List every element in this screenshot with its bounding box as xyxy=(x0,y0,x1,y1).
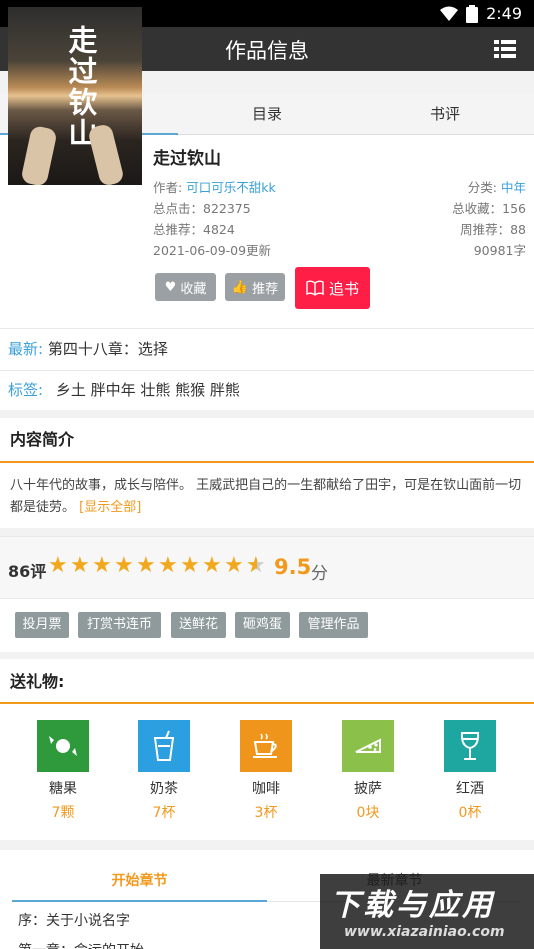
gift-name: 咖啡 xyxy=(252,781,280,797)
gift-candy[interactable]: 糖果 7颗 xyxy=(33,720,93,822)
star-icon: ★ xyxy=(70,553,90,578)
update-time: 2021-06-09-09更新 xyxy=(153,243,272,258)
star-icon: ★ xyxy=(224,553,244,578)
total-recommends: 总推荐：4824 xyxy=(153,222,235,237)
status-time: 2:49 xyxy=(486,4,522,23)
star-icon: ★ xyxy=(48,553,68,578)
tip-coins-button[interactable]: 打赏书连币 xyxy=(78,612,161,638)
star-icon: ★ xyxy=(158,553,178,578)
candy-icon xyxy=(37,720,89,772)
gift-qty: 3杯 xyxy=(254,805,278,821)
watermark: 下载与应用 www.xiazainiao.com xyxy=(320,874,534,949)
book-open-icon xyxy=(306,280,324,296)
tab-reviews[interactable]: 书评 xyxy=(356,93,534,134)
latest-label: 最新: xyxy=(8,340,44,358)
gift-list: 糖果 7颗 奶茶 7杯 咖啡 3杯 披萨 0块 红酒 0杯 xyxy=(0,704,534,840)
star-icon: ★ xyxy=(202,553,222,578)
author-label: 作者: xyxy=(153,180,183,195)
follow-book-button[interactable]: 追书 xyxy=(295,267,370,309)
thumbs-up-icon: 👍 xyxy=(231,279,249,295)
latest-chapter-row[interactable]: 最新: 第四十八章：选择 xyxy=(0,328,534,370)
total-favorites: 总收藏：156 xyxy=(452,201,526,216)
rating-bar: 86评 ★ ★ ★ ★ ★ ★ ★ ★ ★ ★ 9.5 分 xyxy=(0,536,534,598)
recommend-button[interactable]: 👍 推荐 xyxy=(225,273,285,301)
gifts-heading-bar: 送礼物: xyxy=(0,659,534,704)
word-count: 90981字 xyxy=(473,243,526,258)
heart-icon: ♥ xyxy=(164,279,177,295)
throw-eggs-button[interactable]: 砸鸡蛋 xyxy=(235,612,290,638)
tags-row: 标签: 乡土 胖中年 壮熊 熊猴 胖熊 xyxy=(0,370,534,410)
category-label: 分类: xyxy=(467,180,497,195)
chapter-item[interactable]: 序：关于小说名字 xyxy=(18,910,130,930)
weekly-recommends: 周推荐：88 xyxy=(460,222,526,237)
category-row: 分类: 中年 xyxy=(468,177,526,196)
show-all-link[interactable]: [显示全部] xyxy=(79,500,141,515)
star-icon: ★ xyxy=(114,553,134,578)
collect-label: 收藏 xyxy=(180,281,207,297)
book-title: 走过钦山 xyxy=(153,149,221,169)
gift-qty: 7杯 xyxy=(152,805,176,821)
review-count: 86评 xyxy=(8,562,47,581)
tags-label: 标签: xyxy=(8,381,44,399)
cover-decoration xyxy=(20,124,58,185)
gift-qty: 0块 xyxy=(356,805,380,821)
latest-chapter: 第四十八章：选择 xyxy=(47,340,168,358)
monthly-vote-button[interactable]: 投月票 xyxy=(15,612,69,638)
wine-icon xyxy=(444,720,496,772)
intro-heading-bar: 内容简介 xyxy=(0,418,534,463)
status-icons: 2:49 xyxy=(440,4,522,23)
rating-unit: 分 xyxy=(311,564,328,584)
gifts-heading: 送礼物: xyxy=(10,672,65,691)
gift-name: 红酒 xyxy=(456,781,484,797)
list-menu-icon[interactable] xyxy=(494,38,516,60)
rating-score: 9.5 xyxy=(274,555,312,579)
collect-button[interactable]: ♥ 收藏 xyxy=(155,273,216,301)
wifi-icon xyxy=(440,6,459,21)
star-icon: ★ xyxy=(136,553,156,578)
manage-work-button[interactable]: 管理作品 xyxy=(299,612,368,638)
gift-name: 糖果 xyxy=(49,781,77,797)
tab-start-chapters[interactable]: 开始章节 xyxy=(12,862,267,902)
star-rating: ★ ★ ★ ★ ★ ★ ★ ★ ★ ★ xyxy=(48,553,268,578)
cover-decoration xyxy=(87,122,125,185)
battery-icon xyxy=(466,4,479,23)
action-buttons: 投月票 打赏书连币 送鲜花 砸鸡蛋 管理作品 xyxy=(0,598,534,652)
follow-label: 追书 xyxy=(328,279,359,298)
star-icon: ★ xyxy=(92,553,112,578)
coffee-icon xyxy=(240,720,292,772)
gift-wine[interactable]: 红酒 0杯 xyxy=(440,720,500,822)
recommend-label: 推荐 xyxy=(252,281,279,297)
total-clicks: 总点击：822375 xyxy=(153,201,251,216)
pizza-icon xyxy=(342,720,394,772)
intro-text-block: 八十年代的故事，成长与陪伴。 王威武把自己的一生都献给了田宇，可是在钦山面前一切… xyxy=(0,463,534,528)
milk-tea-icon xyxy=(138,720,190,772)
gift-name: 奶茶 xyxy=(150,781,178,797)
gift-milk-tea[interactable]: 奶茶 7杯 xyxy=(134,720,194,822)
half-star-icon: ★ xyxy=(246,555,268,578)
watermark-url: www.xiazainiao.com xyxy=(344,924,505,940)
gift-name: 披萨 xyxy=(354,781,382,797)
author-link[interactable]: 可口可乐不甜kk xyxy=(186,180,275,195)
star-icon: ★ xyxy=(180,553,200,578)
gift-qty: 0杯 xyxy=(458,805,482,821)
chapter-item[interactable]: 第一章：命运的开始 xyxy=(18,940,144,949)
category-link[interactable]: 中年 xyxy=(501,180,526,195)
gift-qty: 7颗 xyxy=(51,805,75,821)
intro-heading: 内容简介 xyxy=(10,430,75,449)
watermark-title: 下载与应用 xyxy=(330,888,495,923)
tags-value: 乡土 胖中年 壮熊 熊猴 胖熊 xyxy=(55,381,240,399)
gift-pizza[interactable]: 披萨 0块 xyxy=(338,720,398,822)
send-flowers-button[interactable]: 送鲜花 xyxy=(171,612,226,638)
gift-coffee[interactable]: 咖啡 3杯 xyxy=(236,720,296,822)
author-row: 作者: 可口可乐不甜kk xyxy=(153,177,276,196)
tab-catalog[interactable]: 目录 xyxy=(178,93,356,134)
book-cover[interactable]: 走过钦山 xyxy=(8,7,142,185)
